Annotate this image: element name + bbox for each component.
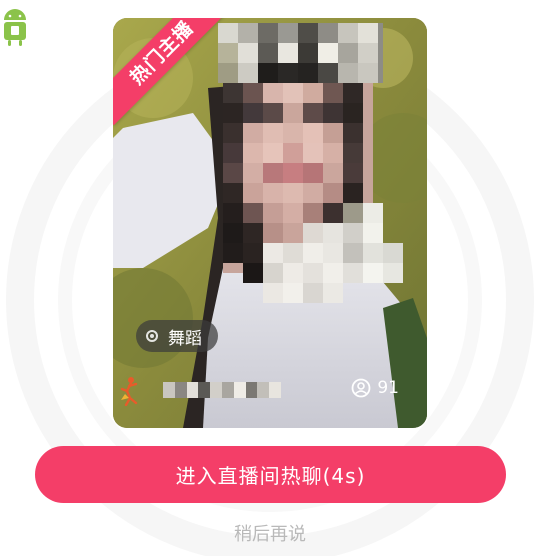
category-tag-label: 舞蹈 — [168, 328, 202, 349]
android-app-icon — [0, 8, 30, 48]
enter-live-room-label: 进入直播间热聊(4s) — [175, 464, 366, 488]
radio-dot-icon — [146, 330, 158, 342]
enter-live-room-button[interactable]: 进入直播间热聊(4s) — [35, 446, 506, 503]
user-circle-icon — [351, 378, 371, 398]
streamer-info-row: 91 — [113, 374, 427, 408]
viewer-count: 91 — [351, 378, 399, 398]
streamer-cover-photo — [113, 18, 427, 428]
live-stream-card[interactable]: 热门主播 舞蹈 91 — [113, 18, 427, 428]
maybe-later-link[interactable]: 稍后再说 — [0, 520, 540, 546]
viewer-count-value: 91 — [377, 378, 399, 398]
streamer-name-mosaic — [163, 382, 281, 398]
category-tag: 舞蹈 — [136, 320, 218, 352]
dancer-icon — [120, 377, 138, 406]
